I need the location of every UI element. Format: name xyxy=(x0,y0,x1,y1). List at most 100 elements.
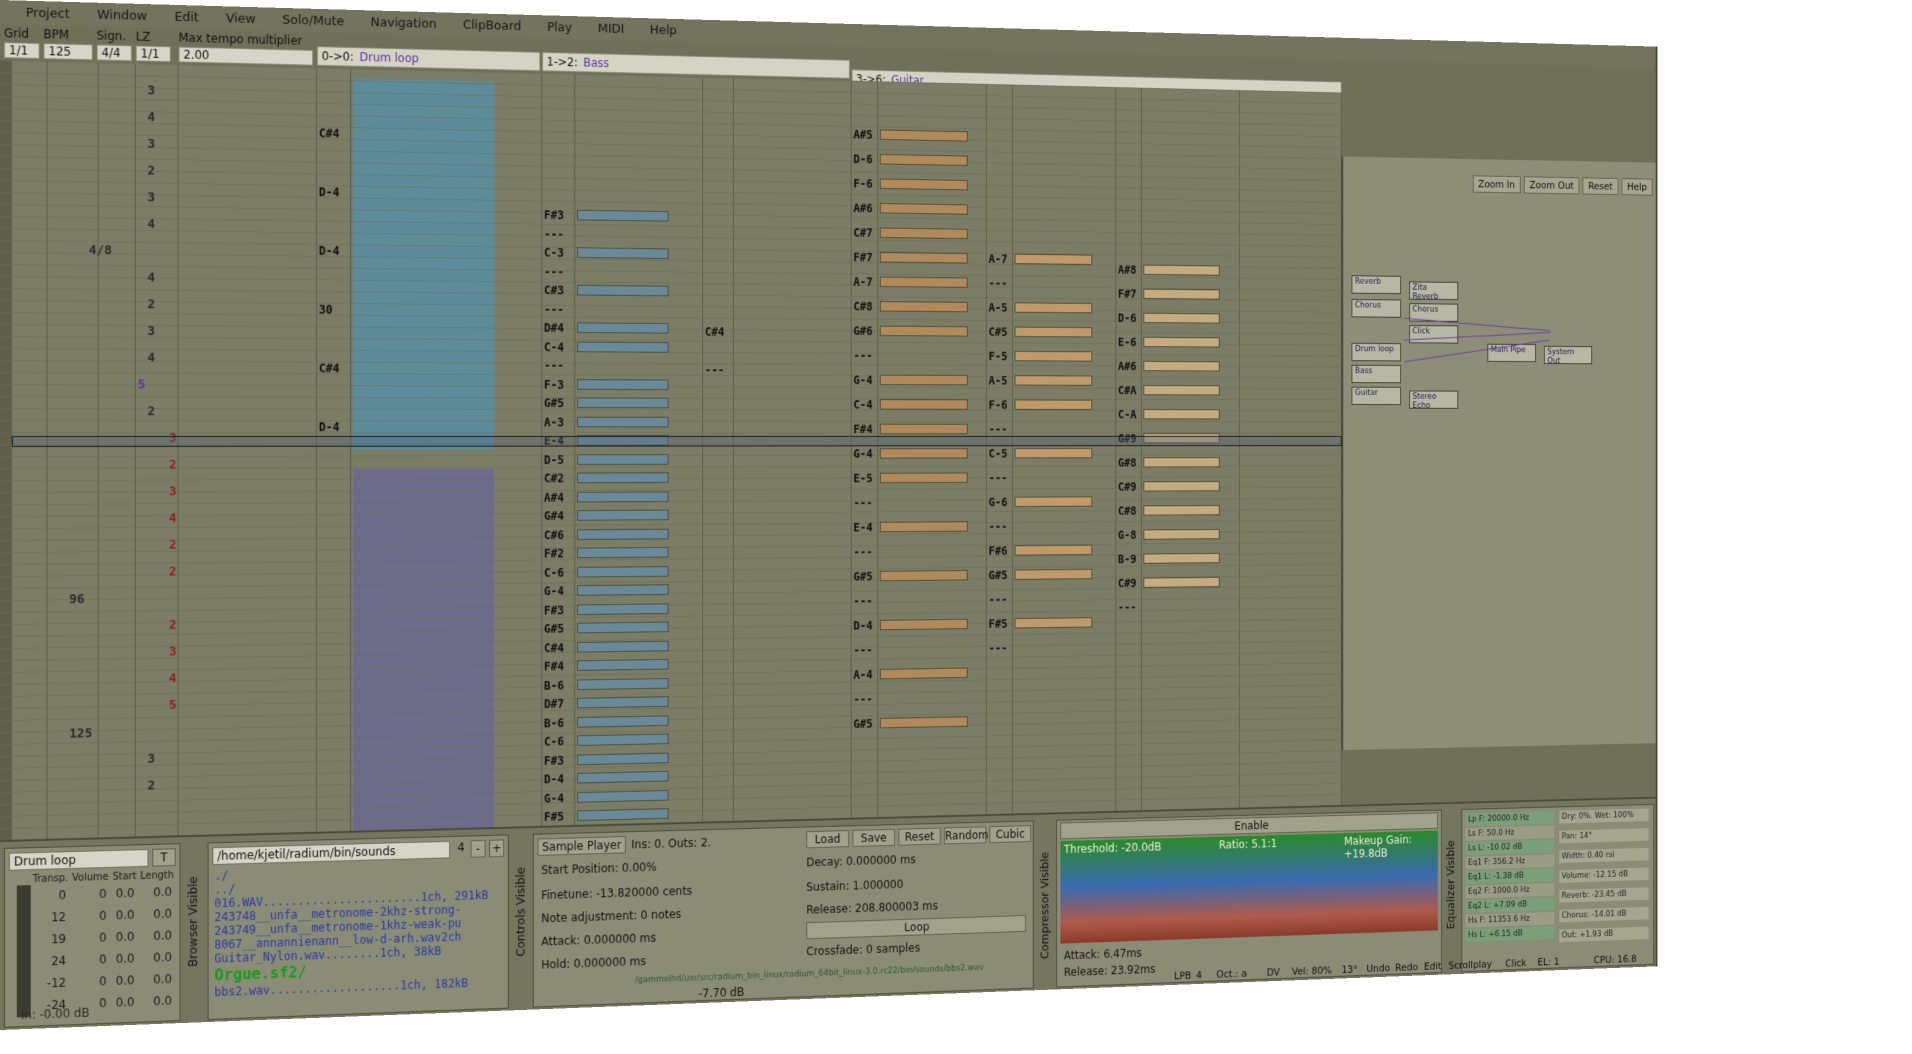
mixer-module-guitar[interactable]: Guitar xyxy=(1352,387,1401,405)
instrument-name-input[interactable]: Drum loop xyxy=(9,849,149,871)
menu-item-help[interactable]: Help xyxy=(637,20,689,40)
signature-control[interactable]: Sign. 4/4 xyxy=(97,29,132,64)
note-cell[interactable]: C-4 xyxy=(544,340,564,354)
note-cell[interactable]: C#9 xyxy=(1118,577,1137,590)
note-cell[interactable]: A#6 xyxy=(853,202,872,216)
transpose-cell[interactable]: 24 xyxy=(31,950,70,973)
note-cell[interactable]: A-5 xyxy=(989,301,1008,314)
note-cell[interactable]: F#5 xyxy=(544,810,564,824)
note-cell[interactable]: B-6 xyxy=(544,716,564,730)
note-cell[interactable]: D#4 xyxy=(544,321,564,335)
controls-visible-toggle[interactable]: Controls Visible xyxy=(514,867,527,957)
equalizer[interactable]: Lp F: 20000.0 Hz Ls F: 50.0 Hz Ls L: -10.0… xyxy=(1461,804,1654,972)
note-cell[interactable]: --- xyxy=(853,496,872,509)
mixer-module-main-pipe[interactable]: Main Pipe xyxy=(1487,344,1535,362)
menu-item-midi[interactable]: MIDI xyxy=(585,19,637,39)
note-cell[interactable]: E-4 xyxy=(853,521,872,534)
note-cell[interactable]: --- xyxy=(544,227,564,241)
note-cell[interactable]: G#5 xyxy=(544,622,564,636)
note-cell[interactable]: B-9 xyxy=(1118,553,1137,566)
playback-cursor[interactable] xyxy=(12,436,1342,447)
note-cell[interactable]: F#5 xyxy=(989,617,1008,630)
note-cell[interactable]: C-6 xyxy=(544,566,564,580)
sample-player[interactable]: Sample Player Ins: 0. Outs: 2. Start Pos… xyxy=(533,820,1034,1007)
mixer-reset-button[interactable]: Reset xyxy=(1583,177,1619,195)
menu-item-project[interactable]: Project xyxy=(12,3,84,24)
mixer-module-click[interactable]: Click xyxy=(1409,325,1458,344)
note-cell[interactable]: C#8 xyxy=(853,300,872,313)
sampler-random-button[interactable]: Random xyxy=(944,826,986,844)
edit-button[interactable]: Edit xyxy=(1424,960,1441,972)
note-cell[interactable]: A#8 xyxy=(1118,263,1137,276)
dv-button[interactable]: DV xyxy=(1267,966,1280,978)
note-cell[interactable]: D-5 xyxy=(544,453,564,467)
mixer-parameter[interactable]: Dry: 0%. Wet: 100% xyxy=(1559,809,1648,824)
note-cell[interactable]: C#A xyxy=(1118,384,1137,397)
eq-parameter[interactable]: Ls L: -10.02 dB xyxy=(1466,840,1555,855)
menu-item-navigation[interactable]: Navigation xyxy=(357,12,449,33)
mixer-module-drum-loop[interactable]: Drum loop xyxy=(1352,343,1401,362)
eq-parameter[interactable]: Hs L: +6.15 dB xyxy=(1466,926,1555,942)
velocity-control[interactable]: Vel: 80% xyxy=(1292,964,1332,977)
note-cell[interactable]: A-7 xyxy=(989,252,1008,265)
note-cell[interactable]: A-3 xyxy=(544,415,564,429)
note-cell[interactable]: --- xyxy=(853,594,872,607)
note-cell[interactable]: F-6 xyxy=(853,177,872,191)
menu-item-window[interactable]: Window xyxy=(83,5,160,26)
note-cell[interactable]: E-6 xyxy=(1118,336,1137,349)
transpose-cell[interactable]: 0 xyxy=(70,948,110,971)
mixer-parameter[interactable]: Width: 0.40 rsi xyxy=(1559,848,1648,863)
mixer-help-button[interactable]: Help xyxy=(1622,178,1653,196)
transpose-cell[interactable]: 0 xyxy=(70,883,110,906)
note-cell[interactable]: --- xyxy=(544,265,564,279)
undo-button[interactable]: Undo xyxy=(1366,962,1390,975)
note-cell[interactable]: C#6 xyxy=(544,528,564,542)
release-slider[interactable]: Release: 208.800003 ms xyxy=(806,899,938,916)
t-button[interactable]: T xyxy=(152,848,175,866)
browser-visible-toggle[interactable]: Browser Visible xyxy=(186,876,200,967)
lz-control[interactable]: LZ 1/1 xyxy=(136,30,171,65)
note-cell[interactable]: G#5 xyxy=(544,396,564,410)
loop-toggle[interactable]: Loop xyxy=(806,915,1026,939)
note-cell[interactable]: B-6 xyxy=(544,678,564,692)
note-cell[interactable]: G-4 xyxy=(544,791,564,805)
note-cell[interactable]: F-6 xyxy=(989,399,1008,412)
note-cell[interactable]: C#4 xyxy=(319,127,340,141)
file-entry[interactable]: ../ xyxy=(214,882,235,896)
note-cell[interactable]: G#5 xyxy=(989,569,1008,582)
note-cell[interactable]: F#7 xyxy=(853,251,872,264)
note-cell[interactable]: C#7 xyxy=(853,226,872,239)
note-cell[interactable]: C#4 xyxy=(319,362,340,376)
note-cell[interactable]: C#8 xyxy=(1118,505,1137,518)
file-browser[interactable]: /home/kjetil/radium/bin/sounds 4 - + ./.… xyxy=(208,834,509,1020)
mixer-module-chorus[interactable]: Chorus xyxy=(1352,299,1401,318)
row-checkbox[interactable] xyxy=(17,951,31,973)
browser-minus-button[interactable]: - xyxy=(471,840,486,858)
lpb-value[interactable]: 4 xyxy=(1196,969,1202,981)
note-cell[interactable]: G-4 xyxy=(544,584,564,598)
note-cell[interactable]: A#5 xyxy=(853,128,872,142)
transpose-cell[interactable]: 0.0 xyxy=(111,947,139,970)
signature-value[interactable]: 4/4 xyxy=(97,44,132,61)
transpose-cell[interactable]: 0.0 xyxy=(111,926,139,949)
transpose-cell[interactable]: -12 xyxy=(31,972,70,995)
note-cell[interactable]: D-4 xyxy=(319,420,340,434)
eq-parameter[interactable]: Eq1 F: 356.2 Hz xyxy=(1466,854,1555,869)
mixer-parameter[interactable]: Chorus: -14.01 dB xyxy=(1559,907,1648,923)
note-cell[interactable]: G#5 xyxy=(853,717,872,731)
transpose-cell[interactable]: 0.0 xyxy=(138,903,175,926)
note-cell[interactable]: A-7 xyxy=(853,275,872,288)
note-cell[interactable]: --- xyxy=(853,693,872,707)
file-entry-highlight[interactable]: Orgue.sf2/ xyxy=(214,962,306,984)
transpose-cell[interactable]: 0 xyxy=(70,926,110,949)
finetune-slider[interactable]: Finetune: -13.820000 cents xyxy=(541,884,692,902)
bpm-value[interactable]: 125 xyxy=(44,43,93,60)
lz-value[interactable]: 1/1 xyxy=(136,45,171,62)
note-cell[interactable]: G#5 xyxy=(853,570,872,583)
note-cell[interactable]: D-4 xyxy=(544,772,564,786)
mixer-parameter[interactable]: Volume: -12.15 dB xyxy=(1559,867,1648,882)
eq-parameter[interactable]: Ls F: 50.0 Hz xyxy=(1466,825,1555,840)
note-cell[interactable]: --- xyxy=(853,644,872,658)
editor-scrollbar[interactable] xyxy=(0,60,12,840)
note-cell[interactable]: A#6 xyxy=(1118,360,1137,373)
